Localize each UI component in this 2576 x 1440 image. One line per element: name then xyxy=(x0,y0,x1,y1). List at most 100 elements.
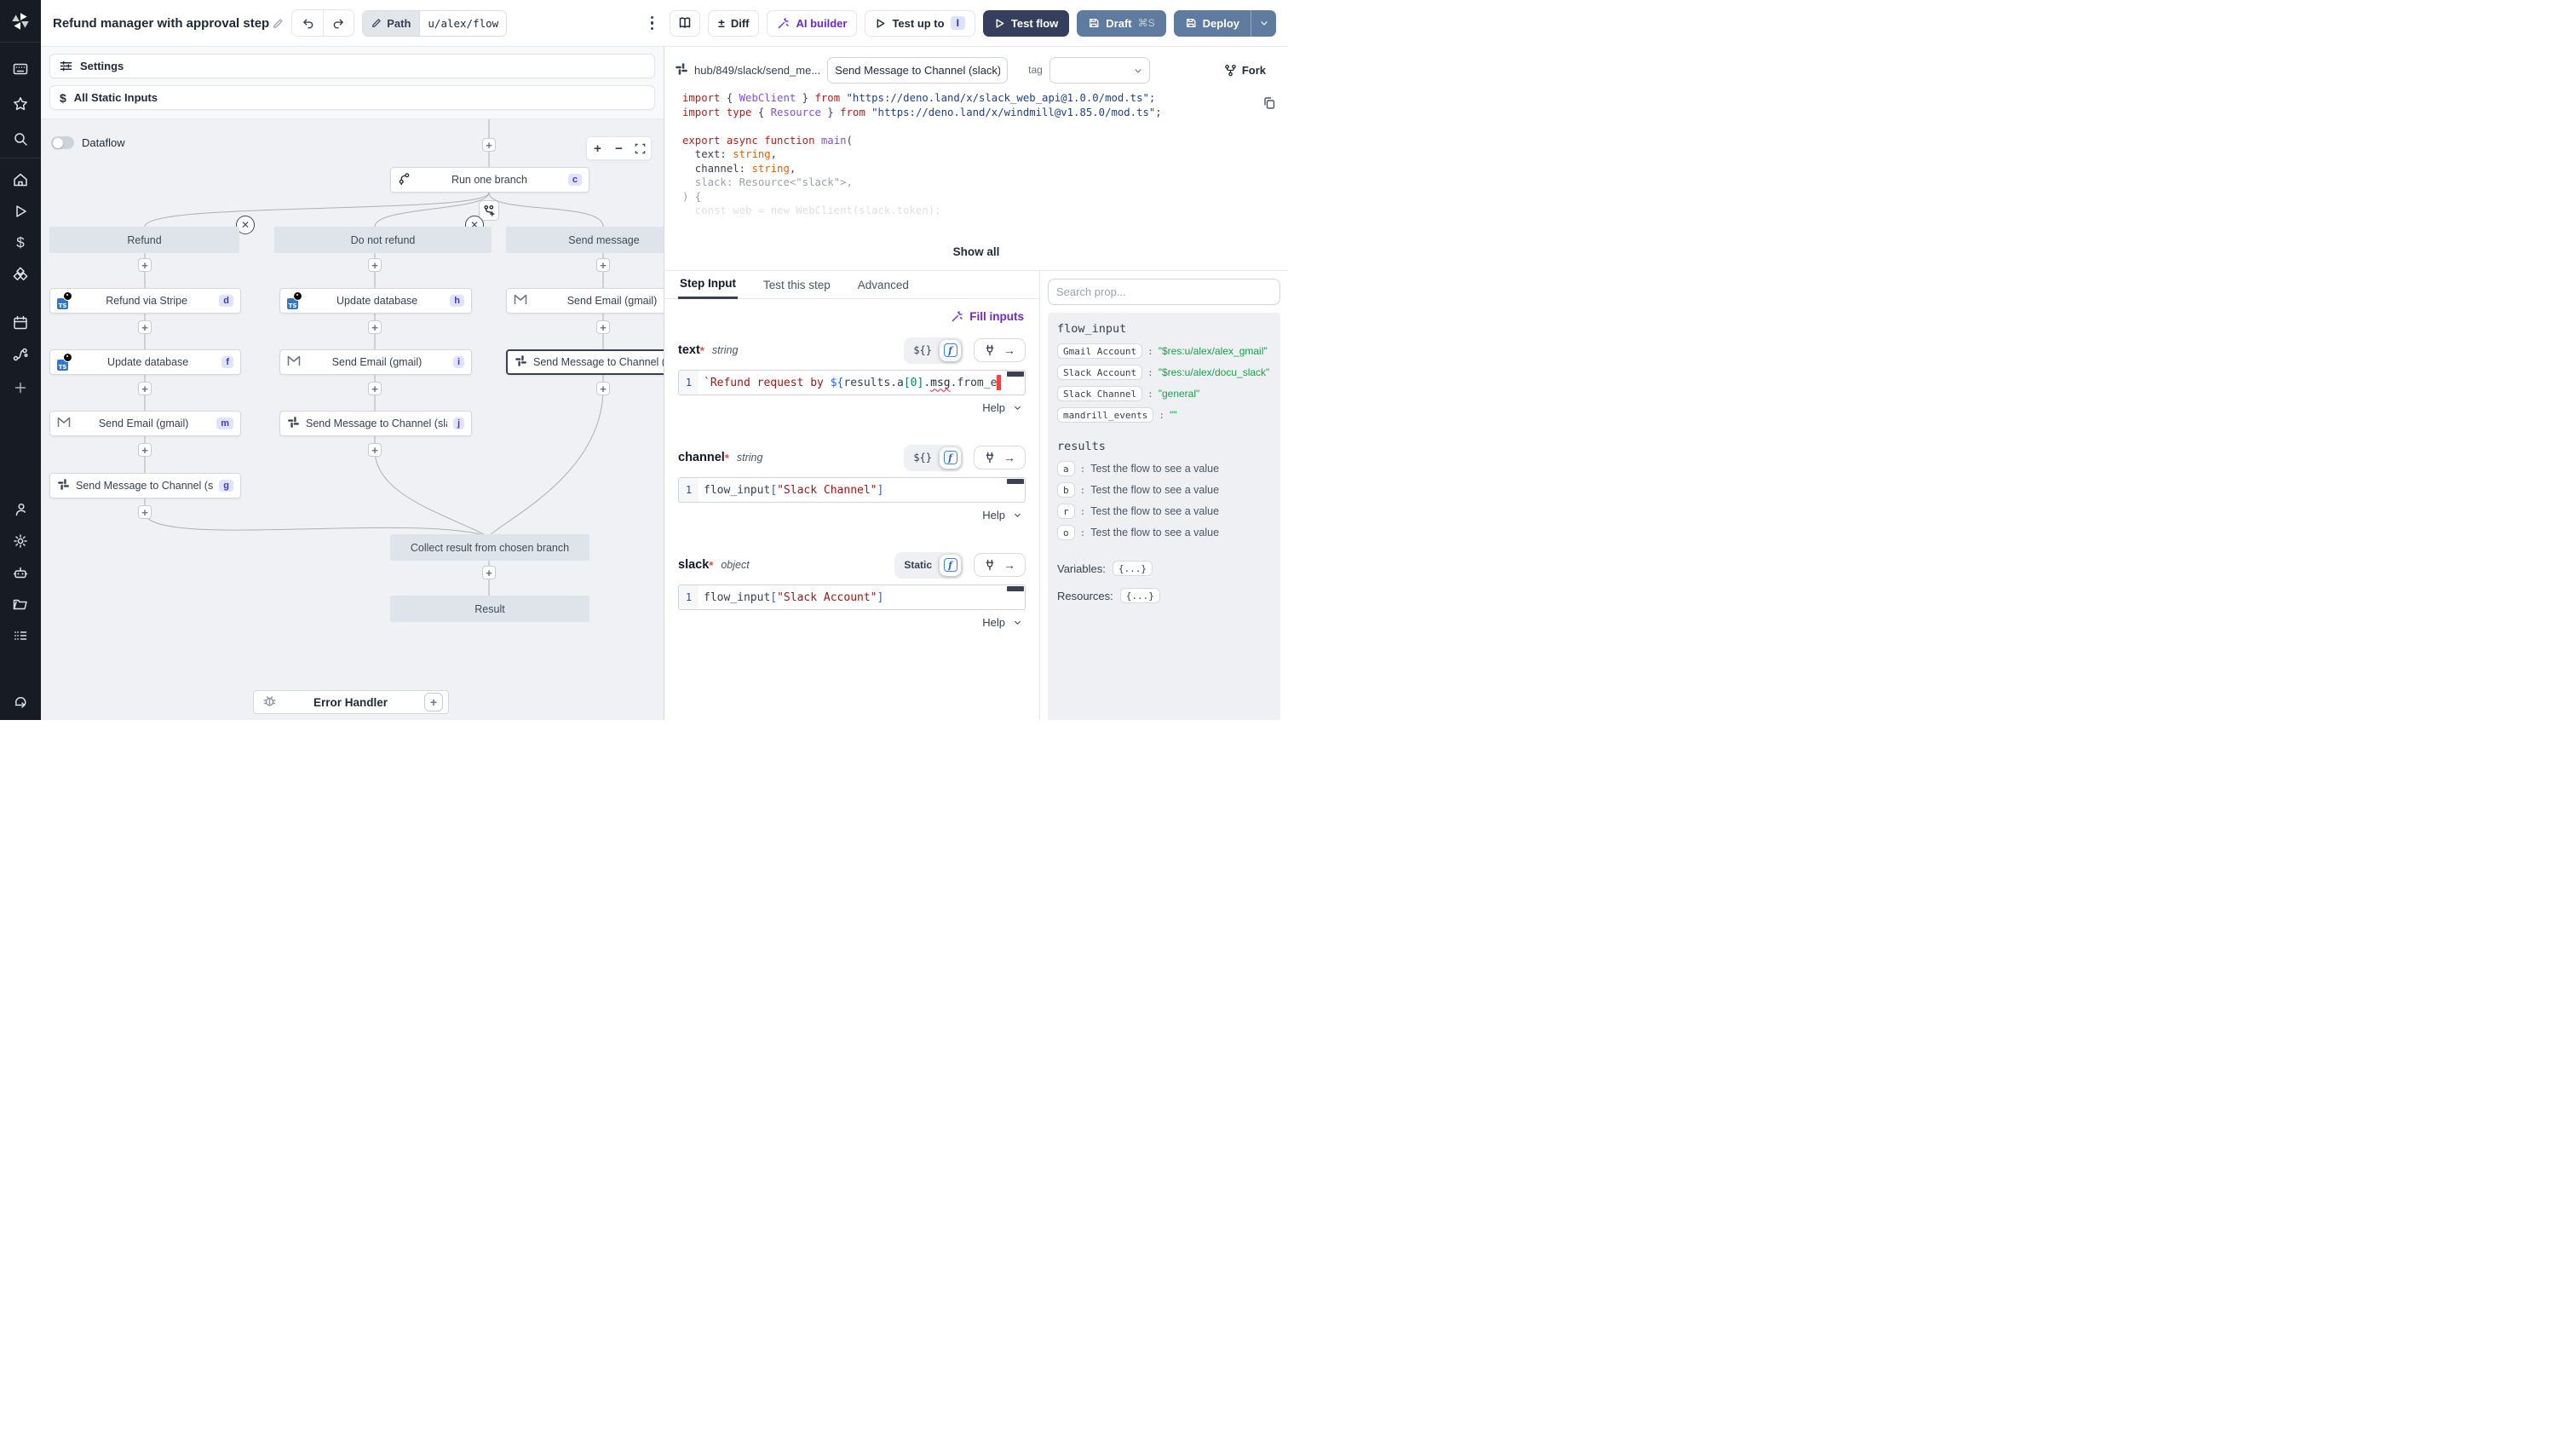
result-node[interactable]: Result xyxy=(390,596,589,622)
javascript-mode-button[interactable]: f xyxy=(940,447,961,469)
resources-row[interactable]: Resources: {...} xyxy=(1057,588,1271,603)
docs-book-button[interactable] xyxy=(670,10,700,37)
editor-scrollbar[interactable] xyxy=(1007,372,1024,377)
flow-node[interactable]: Send Message to Channel (slack) j xyxy=(279,411,472,436)
result-row[interactable]: r: Test the flow to see a value xyxy=(1057,504,1271,519)
flow-node[interactable]: Send Message to Channel (slack) g xyxy=(49,473,241,498)
copy-code-icon[interactable] xyxy=(1262,96,1276,112)
undo-button[interactable] xyxy=(292,10,323,36)
resources-chip[interactable]: {...} xyxy=(1120,588,1160,603)
flow-node[interactable]: TS Update database f xyxy=(49,349,241,375)
insert-step-button[interactable]: + xyxy=(138,382,152,395)
deploy-options-button[interactable] xyxy=(1251,10,1276,37)
tab-step-input[interactable]: Step Input xyxy=(678,277,738,299)
test-flow-button[interactable]: Test flow xyxy=(983,10,1069,37)
insert-step-button[interactable]: + xyxy=(596,382,610,395)
diff-button[interactable]: ± Diff xyxy=(708,10,759,37)
result-row[interactable]: b: Test the flow to see a value xyxy=(1057,482,1271,498)
resources-cubes-icon[interactable] xyxy=(0,260,41,288)
add-plus-icon[interactable] xyxy=(0,373,41,401)
audit-list-icon[interactable] xyxy=(0,621,41,649)
fit-view-button[interactable] xyxy=(630,137,651,159)
flow-node[interactable]: Send Email (gmail) xyxy=(506,288,664,314)
home-icon[interactable] xyxy=(0,165,41,193)
editor-scrollbar[interactable] xyxy=(1007,479,1024,484)
search-prop-input[interactable] xyxy=(1048,279,1280,305)
add-branch-button[interactable] xyxy=(479,200,499,221)
flow-title[interactable]: Refund manager with approval step xyxy=(53,16,284,31)
javascript-mode-button[interactable]: f xyxy=(940,555,961,576)
path-button[interactable]: Path xyxy=(363,11,419,36)
user-icon[interactable] xyxy=(0,495,41,523)
insert-step-button[interactable]: + xyxy=(482,566,496,579)
flow-settings-button[interactable]: Settings xyxy=(49,54,655,78)
zoom-out-button[interactable]: − xyxy=(608,137,630,159)
insert-step-button[interactable]: + xyxy=(138,505,152,519)
fill-inputs-button[interactable]: Fill inputs xyxy=(951,310,1024,323)
result-row[interactable]: a: Test the flow to see a value xyxy=(1057,461,1271,476)
insert-step-button[interactable]: + xyxy=(368,258,382,272)
flow-node[interactable]: Send Email (gmail) i xyxy=(279,349,472,375)
insert-step-button[interactable]: + xyxy=(138,320,152,334)
path-value[interactable]: u/alex/flow xyxy=(419,11,506,36)
flow-node[interactable]: TS Update database h xyxy=(279,288,472,314)
slack-input-editor[interactable]: 1 flow_input["Slack Account"] xyxy=(678,585,1026,610)
connect-input-buttons[interactable]: → xyxy=(974,446,1026,469)
tab-advanced[interactable]: Advanced xyxy=(856,279,911,298)
fork-button[interactable]: Fork xyxy=(1224,64,1266,77)
insert-step-button[interactable]: + xyxy=(368,320,382,334)
routes-flow-icon[interactable] xyxy=(0,340,41,368)
flow-node-branch-one[interactable]: Run one branch c xyxy=(390,167,589,193)
collect-result-node[interactable]: Collect result from chosen branch xyxy=(390,534,589,561)
more-menu-button[interactable] xyxy=(641,10,662,36)
redo-button[interactable] xyxy=(323,10,354,36)
search-icon[interactable] xyxy=(0,124,41,153)
insert-step-button[interactable]: + xyxy=(596,320,610,334)
settings-gear-icon[interactable] xyxy=(0,527,41,555)
result-row[interactable]: o: Test the flow to see a value xyxy=(1057,525,1271,540)
help-toggle[interactable]: Help xyxy=(678,503,1026,521)
deploy-button[interactable]: Deploy xyxy=(1174,10,1251,37)
text-input-editor[interactable]: 1 `Refund request by ${results.a[0].msg.… xyxy=(678,370,1026,395)
help-arrow-icon[interactable] xyxy=(0,687,41,715)
step-summary-input[interactable] xyxy=(827,57,1008,84)
input-mode-toggle[interactable]: ${} f xyxy=(904,445,963,471)
schedules-calendar-icon[interactable] xyxy=(0,308,41,337)
insert-step-button[interactable]: + xyxy=(138,443,152,457)
tab-test-this-step[interactable]: Test this step xyxy=(762,279,832,298)
insert-step-button[interactable]: + xyxy=(482,138,496,152)
editor-scrollbar[interactable] xyxy=(1007,586,1024,591)
flow-node[interactable]: TS Refund via Stripe d xyxy=(49,288,241,314)
add-error-handler-button[interactable]: + xyxy=(424,693,443,711)
input-mode-toggle[interactable]: Static f xyxy=(894,552,963,579)
all-static-inputs-button[interactable]: $ All Static Inputs xyxy=(49,85,655,110)
input-mode-toggle[interactable]: ${} f xyxy=(904,337,963,364)
connect-input-buttons[interactable]: → xyxy=(974,338,1026,362)
branch-header[interactable]: Send message xyxy=(506,227,664,253)
variables-row[interactable]: Variables: {...} xyxy=(1057,561,1271,576)
apps-icon[interactable] xyxy=(0,55,41,83)
insert-step-button[interactable]: + xyxy=(138,258,152,272)
runs-play-icon[interactable] xyxy=(0,197,41,225)
dataflow-toggle[interactable] xyxy=(51,136,74,149)
branch-header[interactable]: Do not refund xyxy=(274,227,492,253)
zoom-in-button[interactable]: + xyxy=(587,137,608,159)
help-toggle[interactable]: Help xyxy=(678,395,1026,414)
prop-row[interactable]: Slack Channel: "general" xyxy=(1057,386,1271,401)
draft-button[interactable]: Draft ⌘S xyxy=(1077,10,1165,37)
insert-step-button[interactable]: + xyxy=(368,382,382,395)
javascript-mode-button[interactable]: f xyxy=(940,340,961,361)
insert-step-button[interactable]: + xyxy=(596,258,610,272)
help-toggle[interactable]: Help xyxy=(678,610,1026,629)
connect-input-buttons[interactable]: → xyxy=(974,553,1026,577)
flow-node[interactable]: Send Email (gmail) m xyxy=(49,411,241,436)
prop-row[interactable]: Slack Account: "$res:u/alex/docu_slack" xyxy=(1057,365,1271,380)
branch-header[interactable]: Refund xyxy=(49,227,239,253)
hub-script-path[interactable]: hub/849/slack/send_me... xyxy=(675,62,820,78)
channel-input-editor[interactable]: 1 flow_input["Slack Channel"] xyxy=(678,477,1026,503)
flow-graph[interactable]: Dataflow + − + + + + + + + + xyxy=(41,119,664,720)
script-code-preview[interactable]: import { WebClient } from "https://deno.… xyxy=(675,86,1278,242)
tag-select[interactable] xyxy=(1049,57,1150,84)
insert-step-button[interactable]: + xyxy=(368,443,382,457)
windmill-logo[interactable] xyxy=(0,0,41,43)
